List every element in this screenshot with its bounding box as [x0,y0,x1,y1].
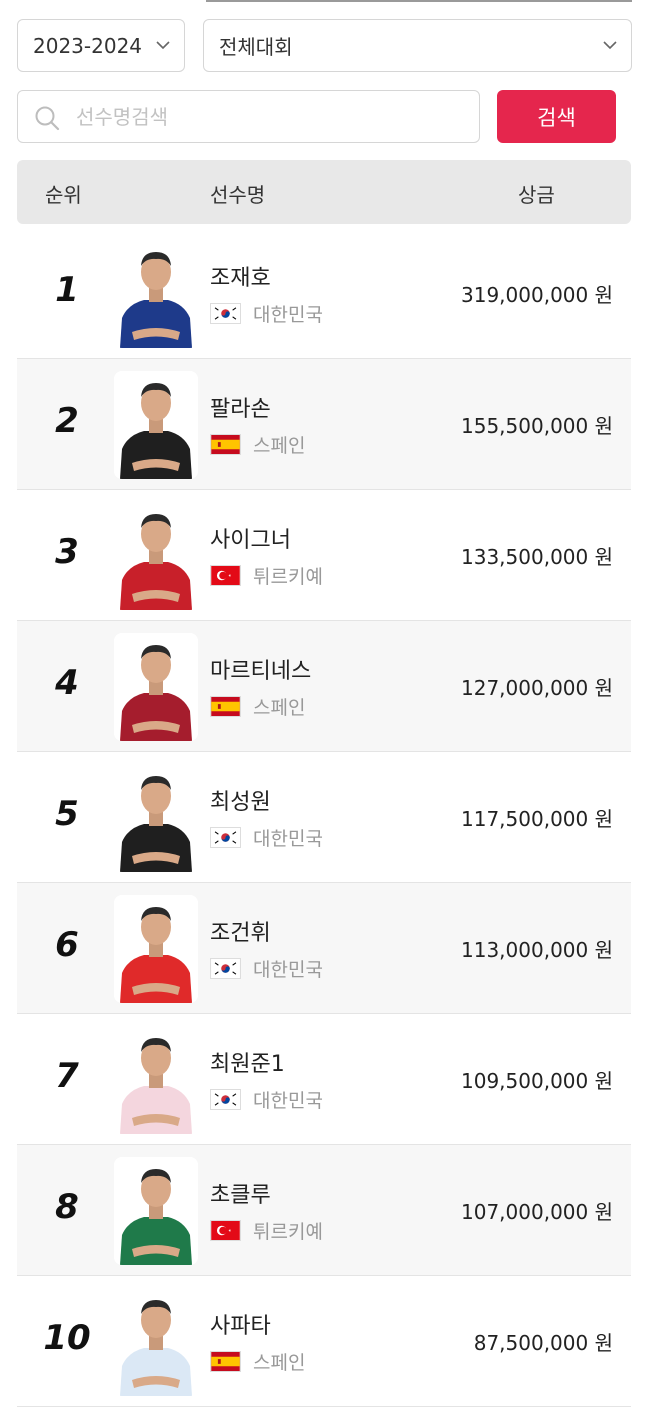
player-country: 튀르키예 [210,562,323,589]
prize-amount: 87,500,000 원 [473,1331,613,1355]
spain-flag-icon [210,696,241,717]
ranking-table-body: 1 조재호 대한민국 319,000,000 원 2 팔라손 스페인 155,5… [17,228,631,1407]
column-header-prize: 상금 [518,183,555,207]
search-button[interactable]: 검색 [497,90,616,143]
player-photo[interactable] [114,633,198,741]
player-country: 대한민국 [210,955,323,982]
player-name[interactable]: 팔라손 [210,391,271,423]
player-avatar-image [114,1157,198,1265]
player-country: 스페인 [210,1348,305,1375]
korea-flag-icon [210,827,241,848]
prize-amount: 319,000,000 원 [461,283,613,307]
rank-number: 8 [55,1187,79,1227]
ranking-table-header: 순위 선수명 상금 [17,160,631,224]
player-photo[interactable] [114,502,198,610]
player-photo[interactable] [114,1157,198,1265]
country-name: 튀르키예 [253,566,323,588]
turkey-flag-icon [210,1220,241,1241]
rank-number: 3 [55,532,79,572]
player-avatar-image [114,764,198,872]
table-row[interactable]: 1 조재호 대한민국 319,000,000 원 [17,228,631,359]
season-select-value: 2023-2024 [33,33,143,58]
player-country: 튀르키예 [210,1217,323,1244]
country-name: 대한민국 [253,959,323,981]
turkey-flag-icon [210,565,241,586]
player-country: 대한민국 [210,824,323,851]
table-row[interactable]: 4 마르티네스 스페인 127,000,000 원 [17,621,631,752]
player-name[interactable]: 조건휘 [210,915,271,947]
chevron-down-icon [156,41,170,50]
rank-number: 1 [55,270,79,310]
country-name: 대한민국 [253,1090,323,1112]
season-select[interactable]: 2023-2024 [17,19,185,72]
player-avatar-image [114,240,198,348]
player-country: 스페인 [210,431,305,458]
spain-flag-icon [210,434,241,455]
table-row[interactable]: 8 초클루 튀르키예 107,000,000 원 [17,1145,631,1276]
prize-amount: 109,500,000 원 [461,1069,613,1093]
player-avatar-image [114,1026,198,1134]
column-header-player-name: 선수명 [210,183,266,207]
player-country: 대한민국 [210,300,323,327]
rank-number: 6 [55,925,79,965]
player-name[interactable]: 최성원 [210,784,271,816]
player-name[interactable]: 최원준1 [210,1046,285,1078]
player-photo[interactable] [114,895,198,1003]
top-divider [206,0,632,2]
event-select-value: 전체대회 [219,35,293,59]
country-name: 대한민국 [253,304,323,326]
player-name[interactable]: 사이그너 [210,522,291,554]
table-row[interactable]: 2 팔라손 스페인 155,500,000 원 [17,359,631,490]
rank-number: 4 [55,663,79,703]
country-name: 튀르키예 [253,1221,323,1243]
player-name[interactable]: 초클루 [210,1177,271,1209]
table-row[interactable]: 3 사이그너 튀르키예 133,500,000 원 [17,490,631,621]
player-avatar-image [114,895,198,1003]
country-name: 스페인 [253,435,306,457]
player-photo[interactable] [114,1026,198,1134]
player-avatar-image [114,633,198,741]
prize-amount: 113,000,000 원 [461,938,613,962]
event-select[interactable]: 전체대회 [203,19,632,72]
player-photo[interactable] [114,371,198,479]
column-header-rank: 순위 [45,183,82,207]
country-name: 스페인 [253,697,306,719]
player-name[interactable]: 마르티네스 [210,653,311,685]
korea-flag-icon [210,958,241,979]
table-row[interactable]: 5 최성원 대한민국 117,500,000 원 [17,752,631,883]
prize-amount: 127,000,000 원 [461,676,613,700]
prize-amount: 117,500,000 원 [461,807,613,831]
player-name[interactable]: 조재호 [210,260,271,292]
prize-amount: 107,000,000 원 [461,1200,613,1224]
prize-amount: 155,500,000 원 [461,414,613,438]
rank-number: 10 [43,1318,91,1358]
rank-number: 2 [55,401,79,441]
player-photo[interactable] [114,240,198,348]
player-avatar-image [114,1288,198,1396]
table-row[interactable]: 10 사파타 스페인 87,500,000 원 [17,1276,631,1407]
rank-number: 7 [55,1056,79,1096]
korea-flag-icon [210,1089,241,1110]
rank-number: 5 [55,794,79,834]
country-name: 대한민국 [253,828,323,850]
player-search-box[interactable] [17,90,480,143]
player-country: 대한민국 [210,1086,323,1113]
player-photo[interactable] [114,1288,198,1396]
player-name[interactable]: 사파타 [210,1308,271,1340]
player-country: 스페인 [210,693,305,720]
spain-flag-icon [210,1351,241,1372]
player-photo[interactable] [114,764,198,872]
player-avatar-image [114,371,198,479]
player-search-input[interactable] [74,103,458,130]
chevron-down-icon [603,41,617,50]
player-avatar-image [114,502,198,610]
country-name: 스페인 [253,1352,306,1374]
table-row[interactable]: 6 조건휘 대한민국 113,000,000 원 [17,883,631,1014]
table-row[interactable]: 7 최원준1 대한민국 109,500,000 원 [17,1014,631,1145]
prize-amount: 133,500,000 원 [461,545,613,569]
search-icon [35,106,60,131]
korea-flag-icon [210,303,241,324]
